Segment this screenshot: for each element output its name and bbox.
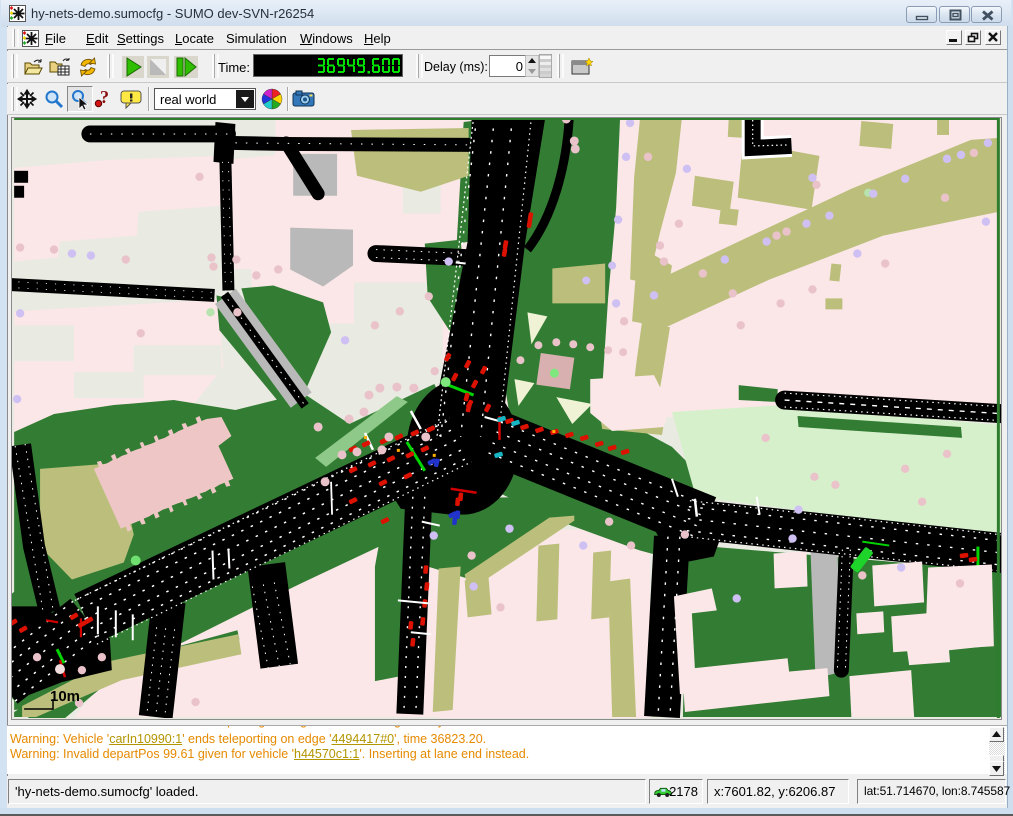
svg-text:10m: 10m: [50, 688, 80, 705]
